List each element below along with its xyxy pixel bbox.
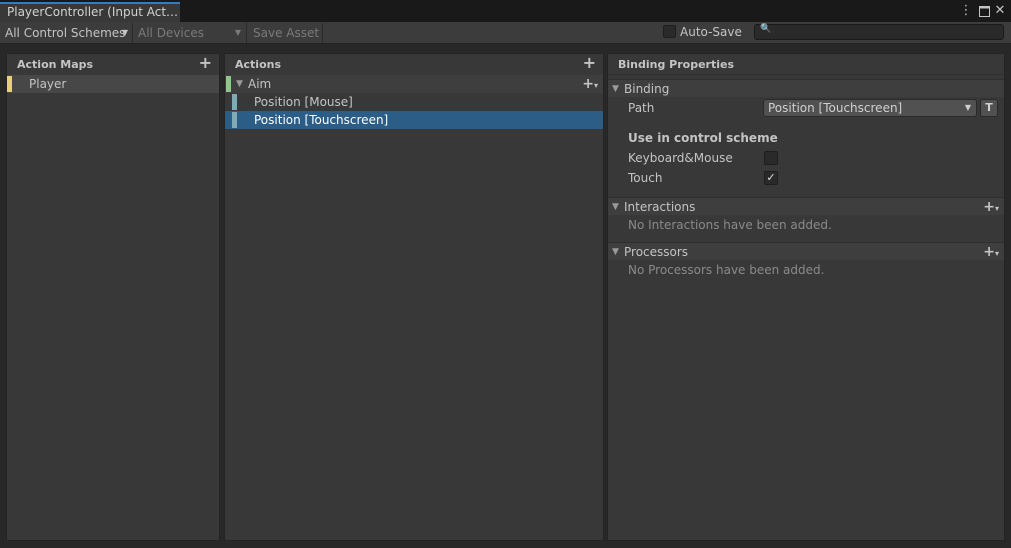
binding-color-bar — [232, 94, 237, 110]
scheme-checkbox-touch[interactable]: ✓ — [764, 171, 778, 185]
text-mode-label: T — [985, 101, 993, 114]
processors-empty-row: No Processors have been added. — [608, 260, 1004, 282]
binding-section-label: Binding — [624, 82, 670, 96]
action-item-aim[interactable]: ▼ Aim +▾ — [225, 75, 603, 93]
devices-label: All Devices — [138, 26, 204, 40]
chevron-down-icon: ▼ — [964, 103, 971, 112]
interactions-empty-text: No Interactions have been added. — [628, 218, 832, 232]
auto-save-checkbox[interactable] — [663, 25, 676, 38]
add-action-icon[interactable]: + — [583, 52, 596, 73]
devices-dropdown[interactable]: All Devices ▼ — [133, 23, 244, 43]
text-mode-button[interactable]: T — [980, 99, 998, 117]
action-label: Aim — [248, 77, 272, 91]
maximize-icon[interactable] — [976, 2, 992, 20]
window-tab[interactable]: PlayerController (Input Act… — [0, 2, 180, 22]
actions-title: Actions — [235, 58, 281, 71]
scheme-label: Keyboard&Mouse — [628, 151, 733, 165]
binding-item-mouse[interactable]: Position [Mouse] — [225, 93, 603, 111]
chevron-down-icon: ▼ — [121, 28, 128, 37]
path-dropdown[interactable]: Position [Touchscreen] ▼ — [763, 99, 977, 117]
action-maps-header: Action Maps + — [7, 52, 219, 75]
scheme-heading-row: Use in control scheme — [608, 129, 1004, 149]
binding-properties-header: Binding Properties — [608, 54, 1004, 75]
toolbar: All Control Schemes ▼ All Devices ▼ Save… — [0, 22, 1011, 44]
add-binding-icon[interactable]: +▾ — [582, 75, 598, 95]
auto-save-label: Auto-Save — [680, 25, 742, 39]
action-map-item-player[interactable]: Player — [7, 75, 219, 93]
expand-triangle-icon: ▼ — [612, 84, 619, 94]
expand-triangle-icon[interactable]: ▼ — [236, 75, 243, 93]
interactions-section-label: Interactions — [624, 200, 696, 214]
control-schemes-label: All Control Schemes — [5, 26, 126, 40]
binding-color-bar — [232, 112, 237, 128]
window-tab-strip: PlayerController (Input Act… ⋮ ✕ — [0, 0, 1011, 22]
save-asset-button[interactable]: Save Asset — [248, 23, 322, 43]
binding-label: Position [Mouse] — [254, 95, 353, 109]
action-map-color-bar — [7, 76, 12, 92]
path-value: Position [Touchscreen] — [768, 101, 903, 115]
toolbar-divider — [322, 23, 323, 43]
close-icon[interactable]: ✕ — [992, 2, 1008, 20]
scheme-checkbox-keyboard-mouse[interactable] — [764, 151, 778, 165]
binding-properties-title: Binding Properties — [618, 58, 735, 71]
processors-empty-text: No Processors have been added. — [628, 263, 825, 277]
action-color-bar — [226, 76, 231, 92]
expand-triangle-icon: ▼ — [612, 202, 619, 212]
binding-item-touchscreen[interactable]: Position [Touchscreen] — [225, 111, 603, 129]
search-input[interactable]: 🔍 — [754, 24, 1004, 40]
add-action-map-icon[interactable]: + — [199, 52, 212, 73]
save-asset-label: Save Asset — [253, 26, 320, 40]
binding-section-header[interactable]: ▼ Binding — [608, 79, 1004, 97]
window-tab-title: PlayerController (Input Act… — [7, 5, 179, 19]
chevron-down-icon: ▼ — [234, 28, 241, 37]
scheme-row-touch: Touch ✓ — [608, 169, 1004, 189]
action-map-label: Player — [29, 77, 67, 91]
path-label: Path — [628, 101, 655, 115]
processors-section-label: Processors — [624, 245, 689, 259]
binding-label: Position [Touchscreen] — [254, 113, 389, 127]
search-icon: 🔍 — [760, 24, 772, 34]
actions-panel: Actions + ▼ Aim +▾ Position [Mouse] Posi… — [224, 53, 604, 541]
path-row: Path Position [Touchscreen] ▼ T — [608, 99, 1004, 121]
control-schemes-dropdown[interactable]: All Control Schemes ▼ — [0, 23, 131, 43]
interactions-section-header[interactable]: ▼ Interactions +▾ — [608, 197, 1004, 215]
action-maps-title: Action Maps — [17, 58, 94, 71]
interactions-empty-row: No Interactions have been added. — [608, 215, 1004, 237]
processors-section-header[interactable]: ▼ Processors +▾ — [608, 242, 1004, 260]
scheme-heading: Use in control scheme — [628, 131, 778, 145]
scheme-row-keyboard-mouse: Keyboard&Mouse — [608, 149, 1004, 169]
actions-header: Actions + — [225, 52, 603, 75]
scheme-label: Touch — [628, 171, 663, 185]
binding-properties-panel: Binding Properties ▼ Binding Path Positi… — [607, 53, 1005, 541]
kebab-menu-icon[interactable]: ⋮ — [958, 2, 974, 20]
checkmark-icon: ✓ — [766, 171, 776, 184]
expand-triangle-icon: ▼ — [612, 247, 619, 257]
action-maps-panel: Action Maps + Player — [6, 53, 220, 541]
toolbar-divider — [246, 23, 247, 43]
